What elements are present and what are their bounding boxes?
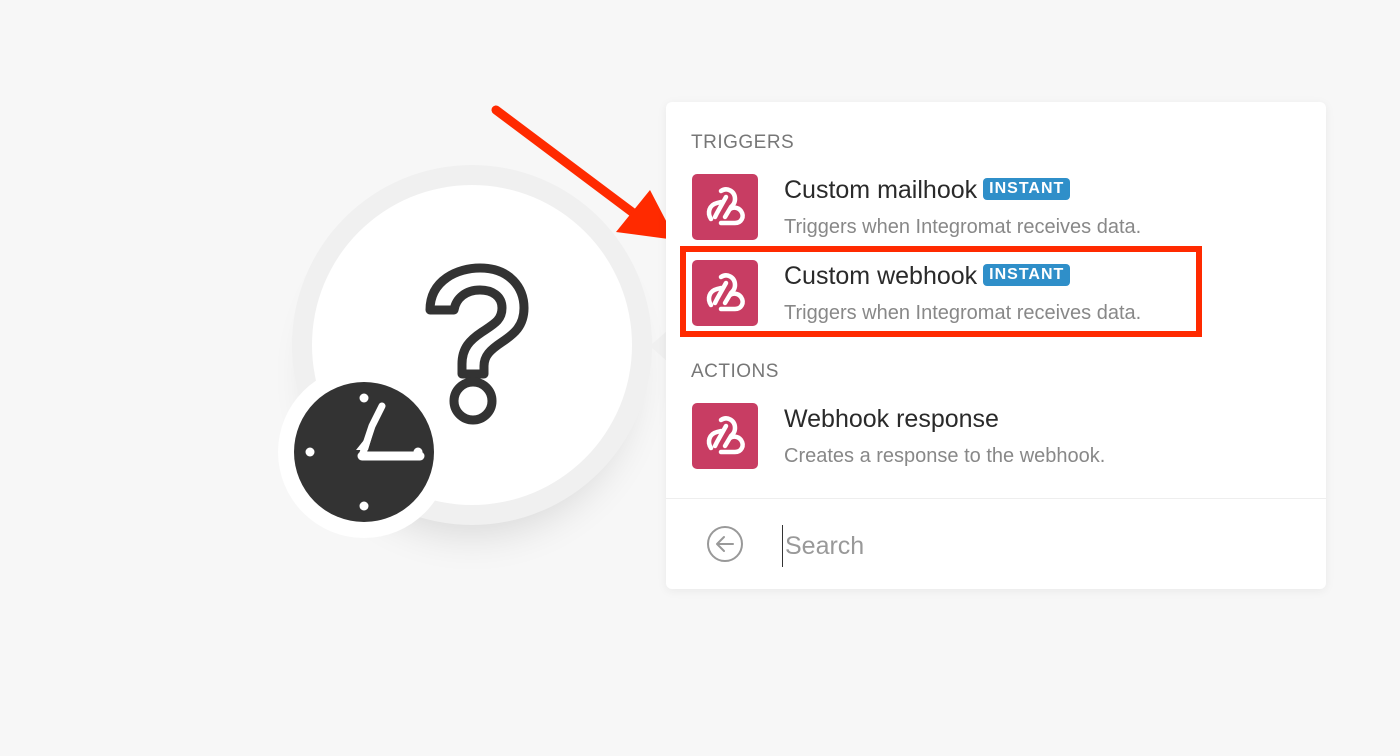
action-item-webhook-response[interactable]: Webhook response Creates a response to t…: [690, 403, 1290, 473]
module-picker-panel: TRIGGERS Custom mailhook INSTANT Triggers…: [666, 102, 1326, 589]
actions-heading: ACTIONS: [691, 361, 779, 382]
search-input[interactable]: [782, 525, 1287, 567]
trigger-item-custom-mailhook[interactable]: Custom mailhook INSTANT Triggers when Int…: [690, 174, 1290, 244]
divider: [666, 498, 1326, 499]
annotation-highlight-box: [680, 246, 1202, 337]
instant-badge: INSTANT: [983, 178, 1071, 201]
item-description: Triggers when Integromat receives data.: [784, 216, 1142, 238]
item-description: Creates a response to the webhook.: [784, 445, 1106, 467]
webhook-icon: [692, 174, 758, 240]
triggers-heading: TRIGGERS: [691, 132, 795, 153]
item-title: Webhook response: [784, 405, 999, 433]
clock-icon: [294, 382, 434, 522]
webhook-icon: [692, 403, 758, 469]
item-title: Custom mailhook INSTANT: [784, 176, 1071, 205]
back-arrow-icon[interactable]: [706, 525, 744, 563]
clock-badge[interactable]: [278, 366, 450, 538]
annotation-arrow: [491, 105, 676, 240]
